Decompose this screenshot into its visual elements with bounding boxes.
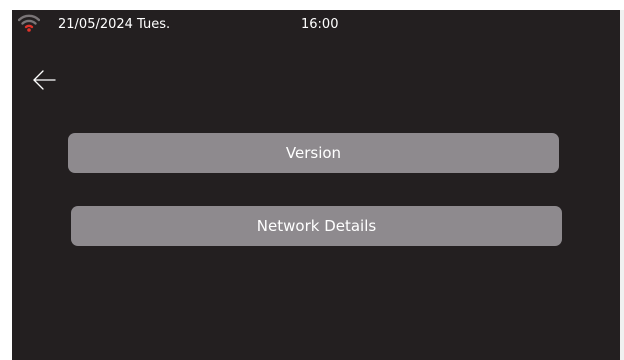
device-screen: 21/05/2024 Tues. 16:00 Version Network D… — [12, 10, 620, 360]
status-date: 21/05/2024 Tues. — [58, 17, 171, 32]
wifi-icon — [17, 12, 41, 32]
status-bar: 21/05/2024 Tues. 16:00 — [12, 10, 620, 42]
back-button[interactable] — [30, 66, 58, 94]
screen-edge — [620, 10, 624, 360]
version-button[interactable]: Version — [68, 133, 559, 173]
status-time: 16:00 — [301, 17, 339, 32]
arrow-left-icon — [32, 68, 56, 92]
network-details-button[interactable]: Network Details — [71, 206, 562, 246]
